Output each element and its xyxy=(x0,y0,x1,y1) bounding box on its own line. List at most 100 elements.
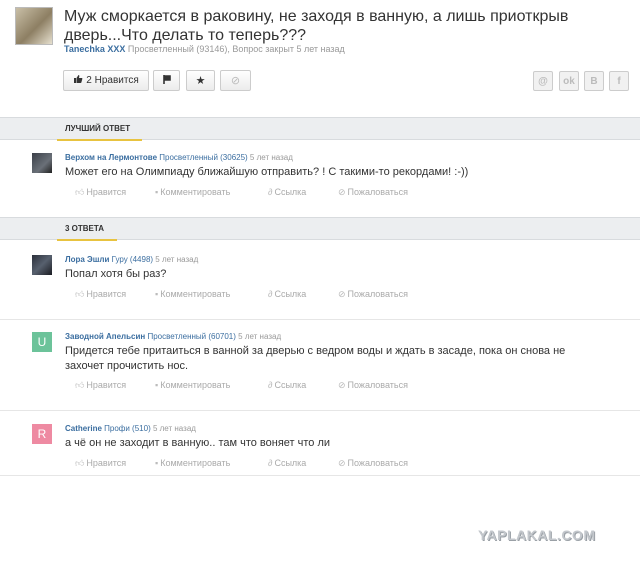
answer-divider xyxy=(0,410,640,411)
like-action[interactable]: 👍︎ Нравится xyxy=(75,187,126,198)
answer-text: Попал хотя бы раз? xyxy=(65,268,167,280)
question-meta-text: Просветленный (93146), Вопрос закрыт 5 л… xyxy=(125,44,345,54)
answer-time: 5 лет назад xyxy=(150,424,196,433)
answers-header: 3 ОТВЕТА xyxy=(0,217,640,241)
favorite-button[interactable]: ★ xyxy=(186,70,215,91)
thumbs-up-icon: 👍︎ xyxy=(75,380,85,390)
share-mail-button[interactable]: @ xyxy=(533,71,553,91)
answer-divider xyxy=(0,475,640,476)
answer-author-link[interactable]: Catherine xyxy=(65,424,102,433)
comment-icon: ▪ xyxy=(155,289,159,299)
answer-author-avatar[interactable]: R xyxy=(32,424,52,444)
link-icon: ∂ xyxy=(268,187,273,197)
comment-action-label: Комментировать xyxy=(160,380,231,390)
section-accent-line xyxy=(57,139,142,141)
answer-text: а чё он не заходит в ванную.. там что во… xyxy=(65,437,331,449)
answer-author-status: Просветленный (60701) xyxy=(145,332,236,341)
thumbs-up-icon: 👍︎ xyxy=(75,187,85,197)
like-action-label: Нравится xyxy=(86,289,127,299)
question-meta: Tanechka XXX Просветленный (93146), Вопр… xyxy=(64,44,345,54)
answer-author-link[interactable]: Заводной Апельсин xyxy=(65,332,145,341)
share-facebook-button[interactable]: f xyxy=(609,71,629,91)
answer-text: Придется тебе притаиться в ванной за две… xyxy=(65,345,566,372)
link-action[interactable]: ∂ Ссылка xyxy=(268,458,306,468)
answer-meta: Лора Эшли Гуру (4498) 5 лет назад xyxy=(65,255,198,264)
answer-meta: Catherine Профи (510) 5 лет назад xyxy=(65,424,196,433)
best-answer-header: ЛУЧШИЙ ОТВЕТ xyxy=(0,117,640,141)
thumbs-up-icon xyxy=(73,74,83,87)
like-action-label: Нравится xyxy=(86,458,127,468)
share-vk-button[interactable]: B xyxy=(584,71,604,91)
link-action-label: Ссылка xyxy=(274,380,307,390)
comment-action[interactable]: ▪ Комментировать xyxy=(155,380,230,390)
watermark: YAPLAKAL.COM xyxy=(478,527,596,543)
link-action[interactable]: ∂ Ссылка xyxy=(268,289,306,299)
answer-author-avatar[interactable] xyxy=(32,153,52,173)
answer-text: Может его на Олимпиаду ближайшую отправи… xyxy=(65,166,469,178)
like-action[interactable]: 👍︎ Нравится xyxy=(75,380,126,391)
comment-action-label: Комментировать xyxy=(160,458,231,468)
answer-author-status: Просветленный (30625) xyxy=(157,153,248,162)
link-action-label: Ссылка xyxy=(274,289,307,299)
answer-author-link[interactable]: Верхом на Лермонтове xyxy=(65,153,157,162)
report-action-label: Пожаловаться xyxy=(347,458,408,468)
question-author-link[interactable]: Tanechka XXX xyxy=(64,44,125,54)
report-action[interactable]: ⊘ Пожаловаться xyxy=(338,289,408,300)
question-author-avatar[interactable] xyxy=(15,7,53,45)
answer-time: 5 лет назад xyxy=(153,255,199,264)
like-action[interactable]: 👍︎ Нравится xyxy=(75,458,126,469)
report-icon: ⊘ xyxy=(338,458,346,468)
report-icon: ⊘ xyxy=(338,380,346,390)
block-icon: ⊘ xyxy=(230,75,241,87)
section-accent-line xyxy=(57,239,117,241)
avatar-letter: U xyxy=(37,335,47,349)
answer-author-avatar[interactable]: U xyxy=(32,332,52,352)
answer-author-link[interactable]: Лора Эшли xyxy=(65,255,109,264)
mail-icon: @ xyxy=(538,75,548,87)
thumbs-up-icon: 👍︎ xyxy=(75,458,85,468)
block-button[interactable]: ⊘ xyxy=(220,70,251,91)
like-action-label: Нравится xyxy=(86,187,127,197)
report-action[interactable]: ⊘ Пожаловаться xyxy=(338,458,408,469)
comment-action-label: Комментировать xyxy=(160,187,231,197)
answer-meta: Заводной Апельсин Просветленный (60701) … xyxy=(65,332,281,341)
comment-icon: ▪ xyxy=(155,187,159,197)
flag-icon xyxy=(162,74,171,87)
comment-action[interactable]: ▪ Комментировать xyxy=(155,289,230,299)
report-action-label: Пожаловаться xyxy=(347,187,408,197)
comment-action[interactable]: ▪ Комментировать xyxy=(155,187,230,197)
share-ok-button[interactable]: ok xyxy=(559,71,579,91)
like-action-label: Нравится xyxy=(86,380,127,390)
vk-icon: B xyxy=(590,75,598,87)
answer-author-avatar[interactable] xyxy=(32,255,52,275)
link-icon: ∂ xyxy=(268,289,273,299)
link-action-label: Ссылка xyxy=(274,187,307,197)
comment-icon: ▪ xyxy=(155,458,159,468)
link-action[interactable]: ∂ Ссылка xyxy=(268,380,306,390)
ok-icon: ok xyxy=(563,75,575,87)
report-icon: ⊘ xyxy=(338,289,346,299)
thumbs-up-icon: 👍︎ xyxy=(75,289,85,299)
star-icon: ★ xyxy=(195,75,206,87)
answer-author-status: Гуру (4498) xyxy=(109,255,154,264)
comment-action[interactable]: ▪ Комментировать xyxy=(155,458,230,468)
facebook-icon: f xyxy=(617,75,621,87)
question-title: Муж сморкается в раковину, не заходя в в… xyxy=(64,8,569,44)
answers-count-label: 3 ОТВЕТА xyxy=(65,224,105,233)
report-action-label: Пожаловаться xyxy=(347,289,408,299)
answer-divider xyxy=(0,319,640,320)
like-action[interactable]: 👍︎ Нравится xyxy=(75,289,126,300)
link-action-label: Ссылка xyxy=(274,458,307,468)
link-action[interactable]: ∂ Ссылка xyxy=(268,187,306,197)
report-action[interactable]: ⊘ Пожаловаться xyxy=(338,187,408,198)
answer-meta: Верхом на Лермонтове Просветленный (3062… xyxy=(65,153,293,162)
link-icon: ∂ xyxy=(268,458,273,468)
avatar-letter: R xyxy=(37,427,47,441)
link-icon: ∂ xyxy=(268,380,273,390)
best-answer-label: ЛУЧШИЙ ОТВЕТ xyxy=(65,124,131,133)
like-button[interactable]: 2 Нравится xyxy=(63,70,149,91)
answer-time: 5 лет назад xyxy=(235,332,282,341)
report-action-label: Пожаловаться xyxy=(347,380,408,390)
flag-button[interactable] xyxy=(153,70,180,91)
report-action[interactable]: ⊘ Пожаловаться xyxy=(338,380,408,391)
